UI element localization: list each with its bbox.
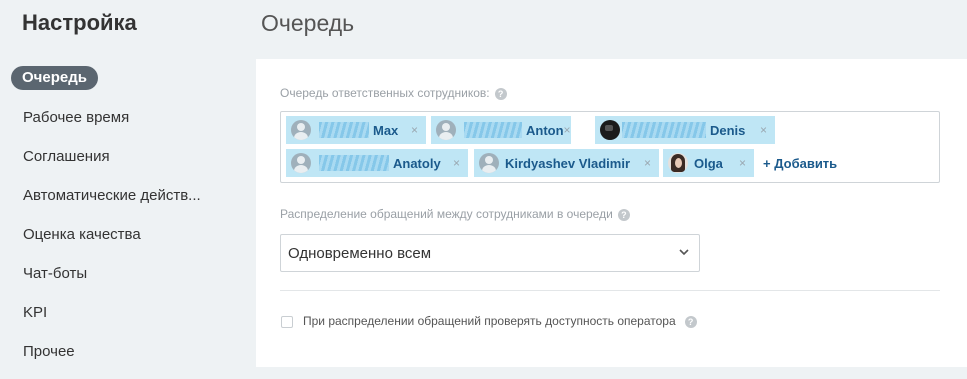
remove-employee-icon[interactable]: ×	[644, 156, 651, 170]
add-employee-button[interactable]: + Добавить	[763, 156, 837, 171]
chevron-down-icon	[679, 249, 689, 256]
default-avatar-icon	[291, 153, 311, 173]
distribution-select[interactable]: Одновременно всем	[280, 234, 700, 272]
employee-chip: Max ×	[286, 116, 426, 144]
availability-check-label: При распределении обращений проверять до…	[303, 314, 697, 328]
employee-name: Kirdyashev Vladimir	[505, 155, 630, 171]
remove-employee-icon[interactable]: ×	[564, 123, 571, 137]
remove-employee-icon[interactable]: ×	[739, 156, 746, 170]
redacted-surname	[464, 122, 522, 138]
sidebar-item-agreements[interactable]: Соглашения	[23, 148, 110, 165]
distribution-label: Распределение обращений между сотрудника…	[280, 207, 630, 221]
sidebar-item-chat-bots[interactable]: Чат-боты	[23, 265, 87, 282]
sidebar-item-other[interactable]: Прочее	[23, 343, 75, 360]
distribution-label-text: Распределение обращений между сотрудника…	[280, 207, 613, 221]
help-icon[interactable]: ?	[617, 208, 630, 221]
employee-name: Anton	[526, 122, 564, 138]
remove-employee-icon[interactable]: ×	[453, 156, 460, 170]
default-avatar-icon	[291, 120, 311, 140]
photo-avatar-icon	[668, 153, 688, 173]
employee-chip: Kirdyashev Vladimir ×	[474, 149, 659, 177]
sidebar-title: Настройка	[22, 10, 137, 35]
help-icon[interactable]: ?	[494, 87, 507, 100]
distribution-selected-value: Одновременно всем	[288, 245, 432, 262]
employee-chip: Olga ×	[663, 149, 754, 177]
availability-checkbox[interactable]	[281, 316, 293, 328]
queue-employees-field[interactable]: Max × Anton × Denis × Anatoly × Kirdyash…	[280, 111, 940, 183]
employee-name: Olga	[694, 155, 723, 171]
sidebar-item-working-hours[interactable]: Рабочее время	[23, 109, 129, 126]
sidebar-item-queue[interactable]: Очередь	[11, 66, 98, 90]
help-icon[interactable]: ?	[684, 315, 697, 328]
sidebar-item-kpi[interactable]: KPI	[23, 304, 47, 321]
default-avatar-icon	[479, 153, 499, 173]
photo-avatar-icon	[600, 120, 620, 140]
redacted-surname	[622, 122, 706, 138]
settings-panel: Очередь ответственных сотрудников:? Max …	[256, 59, 967, 367]
remove-employee-icon[interactable]: ×	[411, 123, 418, 137]
sidebar: Настройка Очередь Рабочее время Соглашен…	[0, 0, 240, 379]
redacted-surname	[319, 155, 389, 171]
queue-label: Очередь ответственных сотрудников:?	[280, 86, 507, 100]
redacted-surname	[319, 122, 369, 138]
default-avatar-icon	[436, 120, 456, 140]
employee-name: Anatoly	[393, 155, 441, 171]
queue-label-text: Очередь ответственных сотрудников:	[280, 86, 490, 100]
divider	[280, 290, 940, 291]
availability-check-label-text: При распределении обращений проверять до…	[303, 314, 676, 328]
employee-chip: Anton ×	[431, 116, 571, 144]
remove-employee-icon[interactable]: ×	[760, 123, 767, 137]
employee-chip: Denis ×	[595, 116, 775, 144]
employee-name: Denis	[710, 122, 746, 138]
employee-chip: Anatoly ×	[286, 149, 468, 177]
employee-name: Max	[373, 122, 399, 138]
page-title: Очередь	[261, 10, 355, 36]
sidebar-item-automatic-actions[interactable]: Автоматические действ...	[23, 187, 201, 204]
sidebar-item-quality-rating[interactable]: Оценка качества	[23, 226, 141, 243]
